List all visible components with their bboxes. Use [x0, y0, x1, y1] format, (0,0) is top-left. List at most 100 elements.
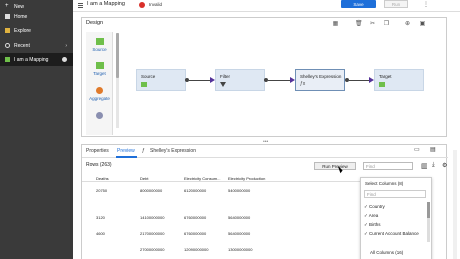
node-label: Source — [141, 74, 156, 79]
column-header[interactable]: Debt — [140, 176, 148, 181]
fit-icon[interactable]: ▣ — [419, 21, 426, 28]
aggregate-icon — [96, 87, 103, 94]
palette-item-target[interactable]: Target — [86, 62, 113, 76]
settings-icon[interactable]: ⚙ — [442, 162, 447, 169]
run-button[interactable]: Run — [384, 0, 408, 8]
node-label: Target — [379, 74, 392, 79]
table-cell: 21700000000 — [140, 231, 165, 236]
expression-small-icon: ƒ — [142, 148, 145, 154]
calendar-icon[interactable]: ▤ — [430, 146, 436, 153]
column-option-current-account-balance[interactable]: ✓ Current Account Balance — [364, 231, 419, 237]
column-option-label: Current Account Balance — [369, 231, 419, 236]
nav-item-label: Explore — [14, 27, 31, 34]
table-cell: 20750 — [96, 188, 108, 193]
column-option-births[interactable]: ✓ Births — [364, 222, 381, 228]
nav-item-recent[interactable]: Recent › — [0, 39, 73, 52]
download-icon[interactable]: ⤓ — [432, 162, 435, 169]
column-header[interactable]: Electricity Consum... — [184, 176, 220, 181]
all-columns-option[interactable]: All Columns (16) — [370, 250, 403, 255]
nav-item-mapping[interactable]: I am a Mapping — [0, 53, 73, 66]
column-selector-popup: Select Columns (8) Find ✓ Country ✓ Area… — [360, 177, 432, 259]
nav-item-explore[interactable]: Explore — [0, 24, 73, 37]
table-scrollbar[interactable] — [453, 150, 457, 259]
tab-preview[interactable]: Preview — [117, 148, 135, 154]
table-cell: 8000000000 — [140, 188, 163, 193]
nav-item-label: Home — [14, 13, 28, 20]
palette-item-label: Aggregate — [89, 96, 110, 101]
table-cell: 13000000000 — [228, 247, 253, 252]
target-icon — [379, 82, 385, 87]
nav-item-label: Recent — [14, 42, 30, 49]
transformation-icon — [96, 112, 103, 119]
column-header[interactable]: Deaths — [96, 176, 109, 181]
save-button[interactable]: Save — [341, 0, 376, 8]
transformation-palette: Source Target Aggregate — [86, 32, 113, 135]
column-option-label: Country — [369, 204, 385, 209]
error-icon — [139, 2, 145, 8]
zoom-in-icon[interactable]: ⊕ — [404, 21, 411, 28]
node-target[interactable]: Target — [374, 69, 424, 91]
columns-icon[interactable]: ▥ — [421, 162, 428, 170]
node-source[interactable]: Source — [136, 69, 186, 91]
nav-item-home[interactable]: Home — [0, 10, 73, 23]
connection-line — [349, 80, 369, 81]
gear-icon[interactable] — [62, 57, 67, 62]
connection-line — [189, 80, 210, 81]
column-option-label: Births — [369, 222, 381, 227]
palette-item-label: Source — [92, 47, 107, 52]
bottom-panel: Properties Preview ƒ Shelley's Expressio… — [81, 144, 448, 259]
table-cell: 5640000000 — [228, 215, 251, 220]
tab-expression-name: Shelley's Expression — [150, 148, 196, 154]
column-option-area[interactable]: ✓ Area — [364, 213, 378, 219]
table-cell: 3120 — [96, 215, 105, 220]
palette-item-more[interactable] — [86, 112, 113, 121]
design-title: Design — [86, 20, 104, 26]
table-cell: 5640000000 — [228, 231, 251, 236]
menu-icon[interactable] — [78, 3, 83, 8]
node-filter[interactable]: Filter — [215, 69, 265, 91]
clock-icon — [5, 43, 10, 48]
find-input[interactable]: Find — [363, 162, 413, 170]
expression-icon: ƒx — [300, 81, 306, 87]
node-label: Shelley's Expression — [300, 74, 342, 79]
palette-scrollbar[interactable] — [116, 33, 119, 128]
column-option-label: Area — [368, 213, 379, 218]
table-cell: 14100000000 — [140, 215, 165, 220]
table-cell: 5400000000 — [228, 188, 251, 193]
node-shelleys-expression[interactable]: Shelley's Expression ƒx — [295, 69, 345, 91]
palette-item-source[interactable]: Source — [86, 38, 113, 52]
page-title: I am a Mapping — [87, 1, 125, 7]
mapping-icon — [5, 57, 10, 62]
chevron-right-icon: › — [65, 42, 67, 49]
copy-icon[interactable]: ❐ — [383, 21, 390, 28]
bottom-tabs: Properties Preview ƒ Shelley's Expressio… — [82, 145, 448, 158]
nav-item-label: I am a Mapping — [14, 56, 49, 63]
column-header[interactable]: Electricity Production — [228, 176, 265, 181]
table-header: Deaths Debt Electricity Consum... Electr… — [82, 175, 362, 182]
column-option-country[interactable]: ✓ Country — [364, 204, 385, 210]
top-bar: I am a Mapping Invalid Save Run ⋮ — [73, 0, 460, 12]
grid-icon[interactable]: ▦ — [332, 21, 339, 28]
cut-icon[interactable]: ✂ — [369, 21, 376, 28]
column-list-scrollbar[interactable] — [427, 202, 430, 242]
connection-line — [268, 80, 290, 81]
node-label: Filter — [220, 74, 230, 79]
status-label: Invalid — [149, 2, 163, 7]
table-cell: 12090000000 — [184, 247, 209, 252]
tab-properties[interactable]: Properties — [86, 148, 109, 154]
source-icon — [141, 82, 147, 87]
table-cell: 27000000000 — [140, 247, 165, 252]
table-cell: 6760000000 — [184, 215, 207, 220]
source-icon — [95, 38, 104, 45]
panel-layout-icon[interactable]: ▭ — [414, 146, 420, 153]
plus-icon: + — [5, 3, 9, 9]
palette-item-label: Target — [93, 71, 106, 76]
more-options-icon[interactable]: ⋮ — [423, 1, 429, 8]
run-preview-button[interactable]: Run Preview — [314, 162, 356, 170]
table-cell: 6760000000 — [184, 231, 207, 236]
nav-item-label: New — [14, 3, 25, 10]
delete-icon[interactable]: 🗑 — [355, 21, 363, 28]
column-search-input[interactable]: Find — [364, 190, 426, 198]
table-cell: 6120000000 — [184, 188, 207, 193]
palette-item-aggregate[interactable]: Aggregate — [86, 87, 113, 101]
